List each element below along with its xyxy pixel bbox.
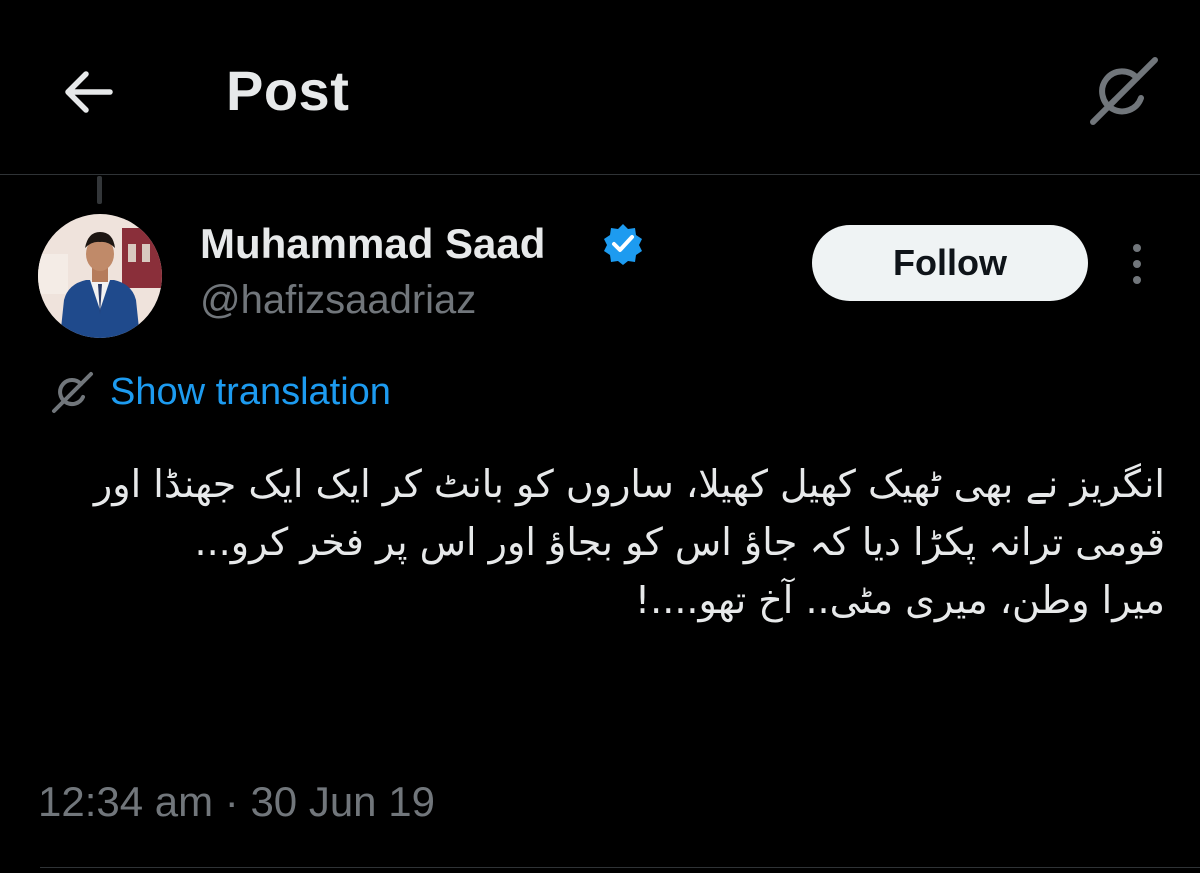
follow-button[interactable]: Follow bbox=[812, 225, 1088, 301]
profile-photo bbox=[38, 214, 162, 338]
thread-connector-line bbox=[97, 176, 102, 204]
post-text: انگریز نے بھی ٹھیک کھیل کھیلا، ساروں کو … bbox=[93, 462, 1165, 622]
show-translation-link[interactable]: Show translation bbox=[50, 364, 391, 420]
back-button[interactable] bbox=[58, 62, 118, 122]
author-display-name[interactable]: Muhammad Saad bbox=[200, 220, 545, 268]
grok-translate-icon bbox=[52, 372, 93, 413]
page-title: Post bbox=[226, 59, 350, 122]
show-translation-label: Show translation bbox=[110, 370, 391, 413]
author-handle[interactable]: @hafizsaadriaz bbox=[200, 278, 476, 323]
avatar[interactable] bbox=[38, 214, 162, 338]
grok-icon bbox=[1090, 57, 1158, 125]
divider bbox=[40, 867, 1200, 868]
post-timestamp[interactable]: 12:34 am · 30 Jun 19 bbox=[38, 778, 435, 826]
grok-button[interactable] bbox=[1085, 52, 1163, 130]
top-bar: Post bbox=[0, 0, 1200, 175]
arrow-left-icon bbox=[65, 71, 113, 113]
more-vertical-icon bbox=[1133, 244, 1141, 284]
more-options-button[interactable] bbox=[1122, 240, 1152, 288]
verified-badge-icon bbox=[601, 222, 645, 266]
